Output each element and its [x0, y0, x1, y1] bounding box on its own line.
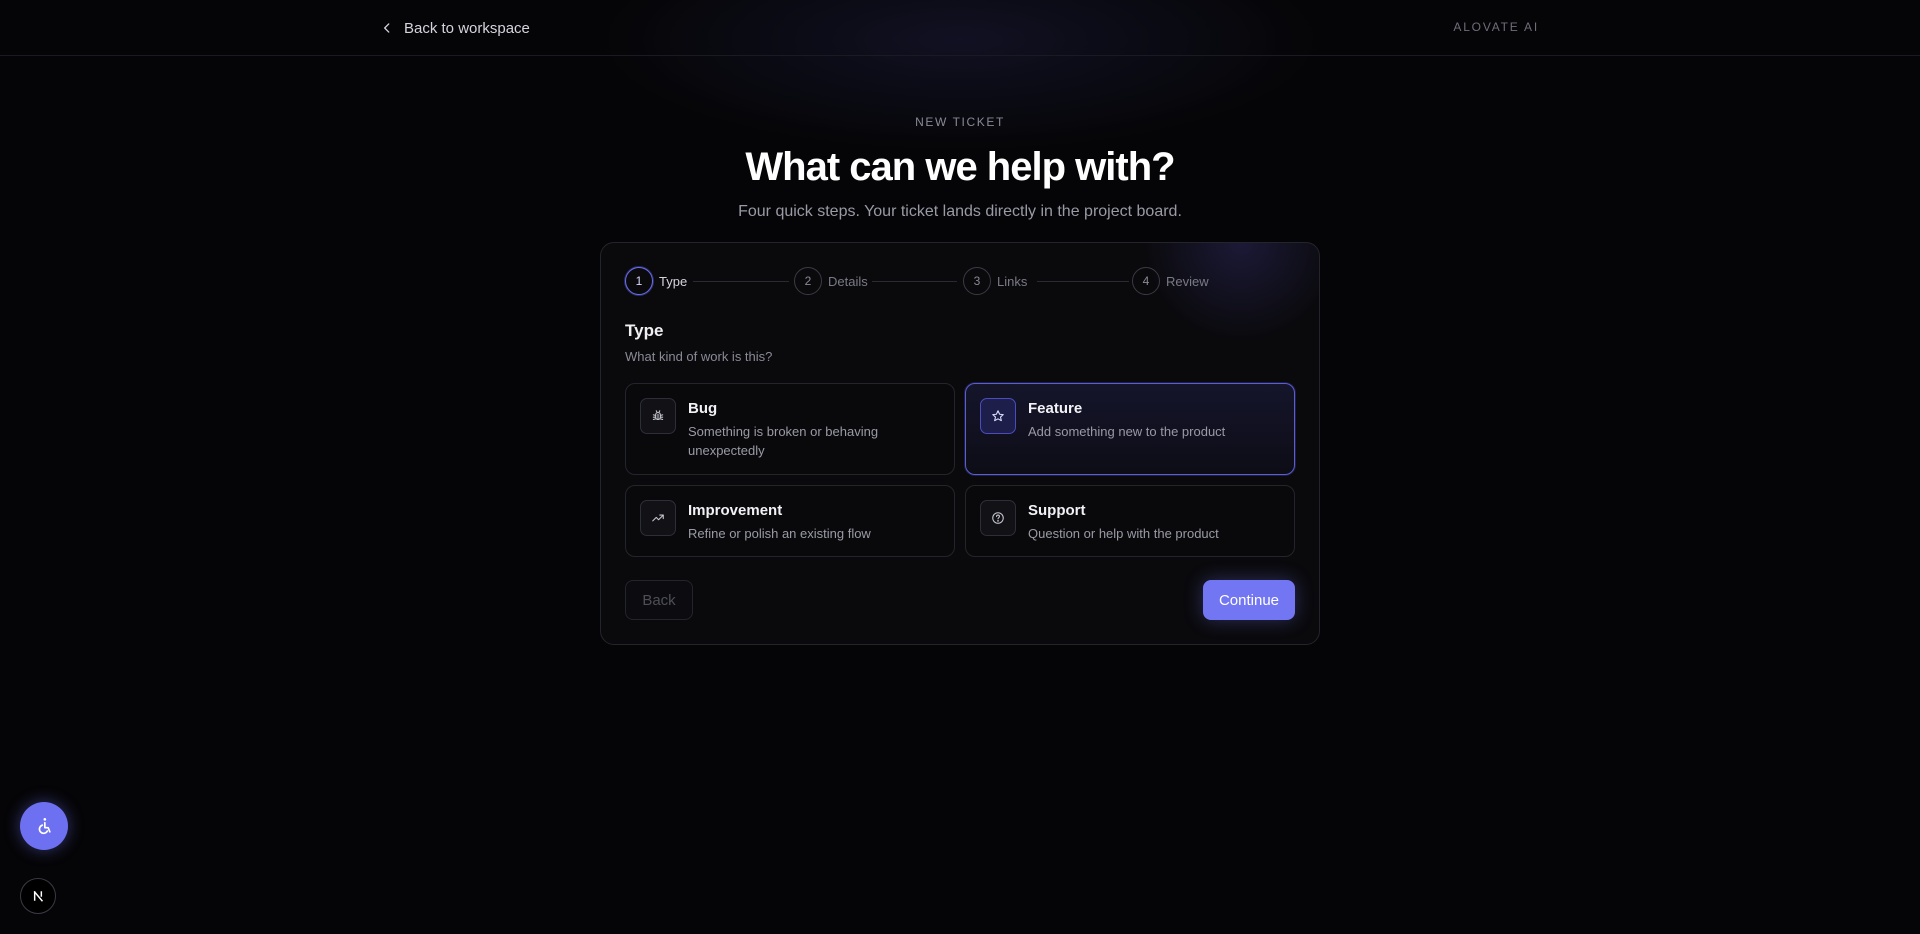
step-connector	[1037, 281, 1129, 282]
step-number: 2	[794, 267, 822, 295]
brand-label: ALOVATE AI	[1453, 20, 1539, 34]
option-support[interactable]: Support Question or help with the produc…	[965, 485, 1295, 557]
option-title: Feature	[1028, 400, 1083, 417]
eyebrow: NEW TICKET	[915, 115, 1005, 129]
step-type[interactable]: 1 Type	[625, 267, 687, 295]
star-icon	[980, 398, 1016, 434]
step-label: Details	[828, 273, 868, 289]
step-review[interactable]: 4 Review	[1132, 267, 1209, 295]
step-number: 3	[963, 267, 991, 295]
accessibility-icon	[38, 818, 51, 835]
section-subtitle: What kind of work is this?	[625, 349, 773, 364]
top-bar: Back to workspace ALOVATE AI	[0, 0, 1920, 56]
help-circle-icon	[980, 500, 1016, 536]
continue-button[interactable]: Continue	[1203, 580, 1295, 620]
step-details[interactable]: 2 Details	[794, 267, 868, 295]
option-title: Improvement	[688, 502, 783, 519]
option-title: Bug	[688, 400, 718, 417]
step-label: Type	[659, 273, 688, 289]
chevron-left-icon	[384, 23, 390, 33]
step-label: Review	[1166, 273, 1209, 289]
step-links[interactable]: 3 Links	[963, 267, 1027, 295]
accessibility-button[interactable]	[20, 802, 68, 850]
option-bug[interactable]: Bug Something is broken or behaving unex…	[625, 383, 955, 475]
back-to-workspace-link[interactable]: Back to workspace	[380, 16, 530, 40]
nextjs-dev-badge[interactable]	[20, 878, 56, 914]
step-connector	[872, 281, 957, 282]
option-improvement[interactable]: Improvement Refine or polish an existing…	[625, 485, 955, 557]
nextjs-logo-icon	[33, 890, 44, 902]
trending-up-icon	[640, 500, 676, 536]
option-description: Refine or polish an existing flow	[688, 526, 871, 541]
page-title: What can we help with?	[745, 145, 1175, 189]
back-button[interactable]: Back	[625, 580, 693, 620]
section-title: Type	[625, 321, 664, 340]
page-subtitle: Four quick steps. Your ticket lands dire…	[738, 203, 1182, 220]
step-number: 1	[625, 267, 653, 295]
option-feature[interactable]: Feature Add something new to the product	[965, 383, 1295, 475]
option-description: Question or help with the product	[1028, 526, 1219, 541]
stepper: 1 Type 2 Details 3 Links 4 Review	[625, 267, 1297, 295]
option-description: Add something new to the product	[1028, 424, 1226, 439]
option-description: Something is broken or behaving unexpect…	[688, 424, 879, 458]
option-title: Support	[1028, 502, 1086, 519]
step-label: Links	[997, 273, 1028, 289]
ticket-wizard-card: 1 Type 2 Details 3 Links 4 Review Type W…	[600, 242, 1320, 645]
bug-icon	[640, 398, 676, 434]
step-connector	[693, 281, 789, 282]
hero: NEW TICKET What can we help with? Four q…	[0, 112, 1920, 222]
step-number: 4	[1132, 267, 1160, 295]
back-link-label: Back to workspace	[404, 19, 530, 37]
